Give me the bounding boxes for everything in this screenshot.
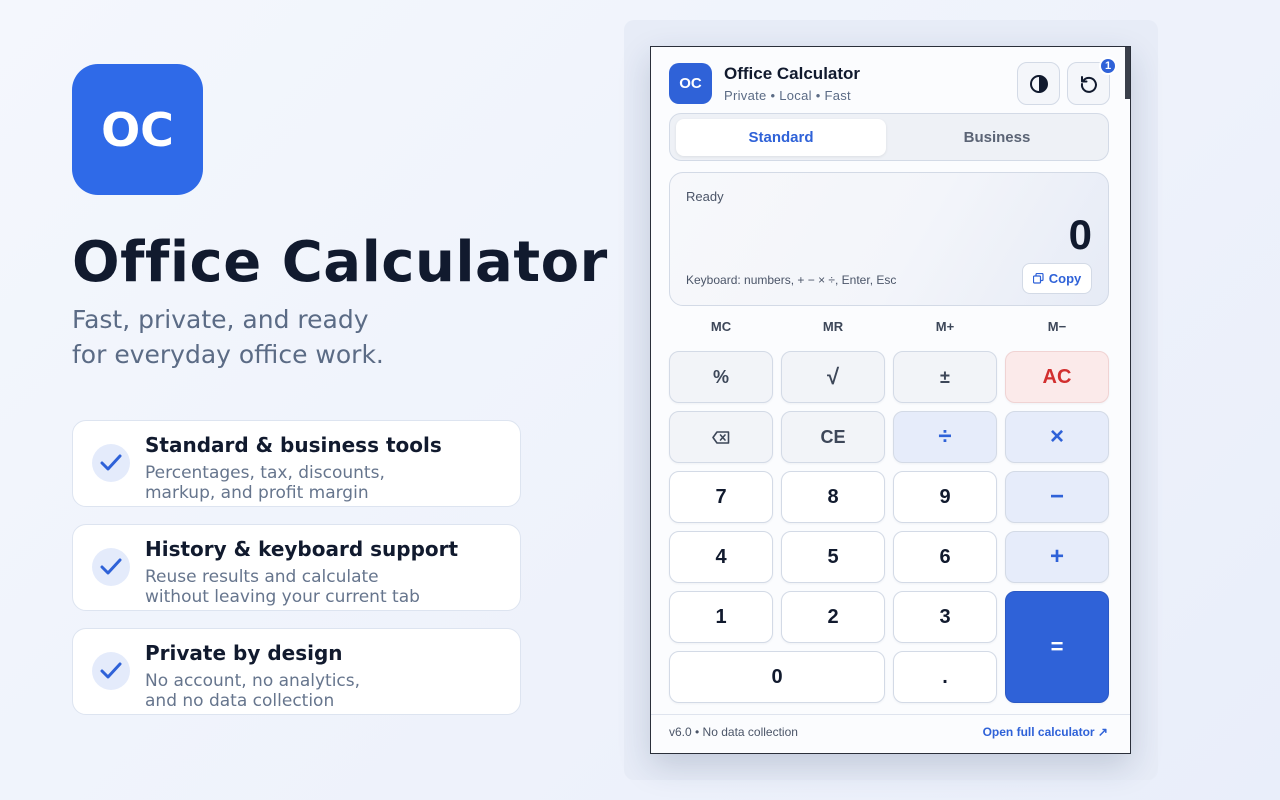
feature-desc-line: markup, and profit margin bbox=[145, 483, 369, 503]
app-title: Office Calculator bbox=[724, 64, 861, 83]
feature-desc-line: Reuse results and calculate bbox=[145, 567, 379, 587]
digit-9-button[interactable]: 9 bbox=[893, 471, 997, 523]
history-icon bbox=[1080, 75, 1097, 93]
brand-logo-text: OC bbox=[101, 102, 174, 157]
version-info: v6.0 • No data collection bbox=[669, 725, 798, 739]
keyboard-hint: Keyboard: numbers, + − × ÷, Enter, Esc bbox=[686, 273, 897, 287]
scrollbar[interactable] bbox=[1125, 47, 1130, 99]
brand-logo: OC bbox=[72, 64, 203, 195]
square-root-button[interactable]: √ bbox=[781, 351, 885, 403]
hero-subtitle: Fast, private, and ready for everyday of… bbox=[72, 302, 512, 372]
memory-clear-button[interactable]: MC bbox=[669, 319, 773, 334]
feature-description: Reuse results and calculate without leav… bbox=[145, 567, 505, 607]
divide-button[interactable]: ÷ bbox=[893, 411, 997, 463]
digit-3-button[interactable]: 3 bbox=[893, 591, 997, 643]
display-status: Ready bbox=[686, 189, 724, 204]
tab-standard[interactable]: Standard bbox=[676, 119, 886, 156]
app-tagline: Private • Local • Fast bbox=[724, 88, 851, 103]
theme-toggle-button[interactable] bbox=[1017, 62, 1060, 105]
hero-title: Office Calculator bbox=[72, 230, 608, 295]
open-full-calculator-link[interactable]: Open full calculator ↗ bbox=[983, 725, 1108, 739]
memory-recall-button[interactable]: MR bbox=[781, 319, 885, 334]
display-value: 0 bbox=[1068, 211, 1092, 258]
memory-row: MC MR M+ M− bbox=[669, 319, 1109, 339]
clear-entry-button[interactable]: CE bbox=[781, 411, 885, 463]
plus-minus-button[interactable]: ± bbox=[893, 351, 997, 403]
check-icon bbox=[92, 548, 130, 586]
memory-add-button[interactable]: M+ bbox=[893, 319, 997, 334]
digit-2-button[interactable]: 2 bbox=[781, 591, 885, 643]
digit-4-button[interactable]: 4 bbox=[669, 531, 773, 583]
history-button[interactable]: 1 bbox=[1067, 57, 1117, 105]
footer-divider bbox=[651, 714, 1130, 715]
digit-0-button[interactable]: 0 bbox=[669, 651, 885, 703]
backspace-icon bbox=[712, 430, 730, 444]
digit-6-button[interactable]: 6 bbox=[893, 531, 997, 583]
feature-description: No account, no analytics, and no data co… bbox=[145, 671, 505, 711]
feature-desc-line: Percentages, tax, discounts, bbox=[145, 463, 385, 483]
feature-title: History & keyboard support bbox=[145, 537, 459, 561]
mode-tabs: Standard Business bbox=[669, 113, 1109, 161]
check-icon bbox=[92, 444, 130, 482]
tab-business[interactable]: Business bbox=[892, 119, 1102, 156]
copy-icon bbox=[1032, 273, 1044, 284]
equals-button[interactable]: = bbox=[1005, 591, 1109, 703]
copy-button[interactable]: Copy bbox=[1022, 263, 1092, 294]
calculator-display: Ready 0 Keyboard: numbers, + − × ÷, Ente… bbox=[669, 172, 1109, 306]
feature-title: Private by design bbox=[145, 641, 343, 665]
history-count-badge: 1 bbox=[1099, 57, 1117, 75]
digit-1-button[interactable]: 1 bbox=[669, 591, 773, 643]
feature-desc-line: without leaving your current tab bbox=[145, 587, 420, 607]
hero-subtitle-line-2: for everyday office work. bbox=[72, 340, 384, 369]
digit-5-button[interactable]: 5 bbox=[781, 531, 885, 583]
feature-card-history: History & keyboard support Reuse results… bbox=[72, 524, 521, 611]
digit-8-button[interactable]: 8 bbox=[781, 471, 885, 523]
feature-desc-line: and no data collection bbox=[145, 691, 335, 711]
backspace-button[interactable] bbox=[669, 411, 773, 463]
add-button[interactable]: + bbox=[1005, 531, 1109, 583]
calculator-popup: OC Office Calculator Private • Local • F… bbox=[650, 46, 1131, 754]
contrast-icon bbox=[1029, 74, 1048, 93]
app-icon: OC bbox=[669, 63, 712, 104]
feature-list: Standard & business tools Percentages, t… bbox=[72, 420, 521, 732]
multiply-button[interactable]: × bbox=[1005, 411, 1109, 463]
check-icon bbox=[92, 652, 130, 690]
decimal-button[interactable]: . bbox=[893, 651, 997, 703]
feature-title: Standard & business tools bbox=[145, 433, 442, 457]
feature-desc-line: No account, no analytics, bbox=[145, 671, 361, 691]
percent-button[interactable]: % bbox=[669, 351, 773, 403]
feature-card-privacy: Private by design No account, no analyti… bbox=[72, 628, 521, 715]
app-icon-text: OC bbox=[679, 75, 702, 92]
digit-7-button[interactable]: 7 bbox=[669, 471, 773, 523]
subtract-button[interactable]: − bbox=[1005, 471, 1109, 523]
all-clear-button[interactable]: AC bbox=[1005, 351, 1109, 403]
hero-subtitle-line-1: Fast, private, and ready bbox=[72, 305, 369, 334]
feature-description: Percentages, tax, discounts, markup, and… bbox=[145, 463, 505, 503]
copy-label: Copy bbox=[1048, 271, 1082, 286]
memory-subtract-button[interactable]: M− bbox=[1005, 319, 1109, 334]
feature-card-tools: Standard & business tools Percentages, t… bbox=[72, 420, 521, 507]
